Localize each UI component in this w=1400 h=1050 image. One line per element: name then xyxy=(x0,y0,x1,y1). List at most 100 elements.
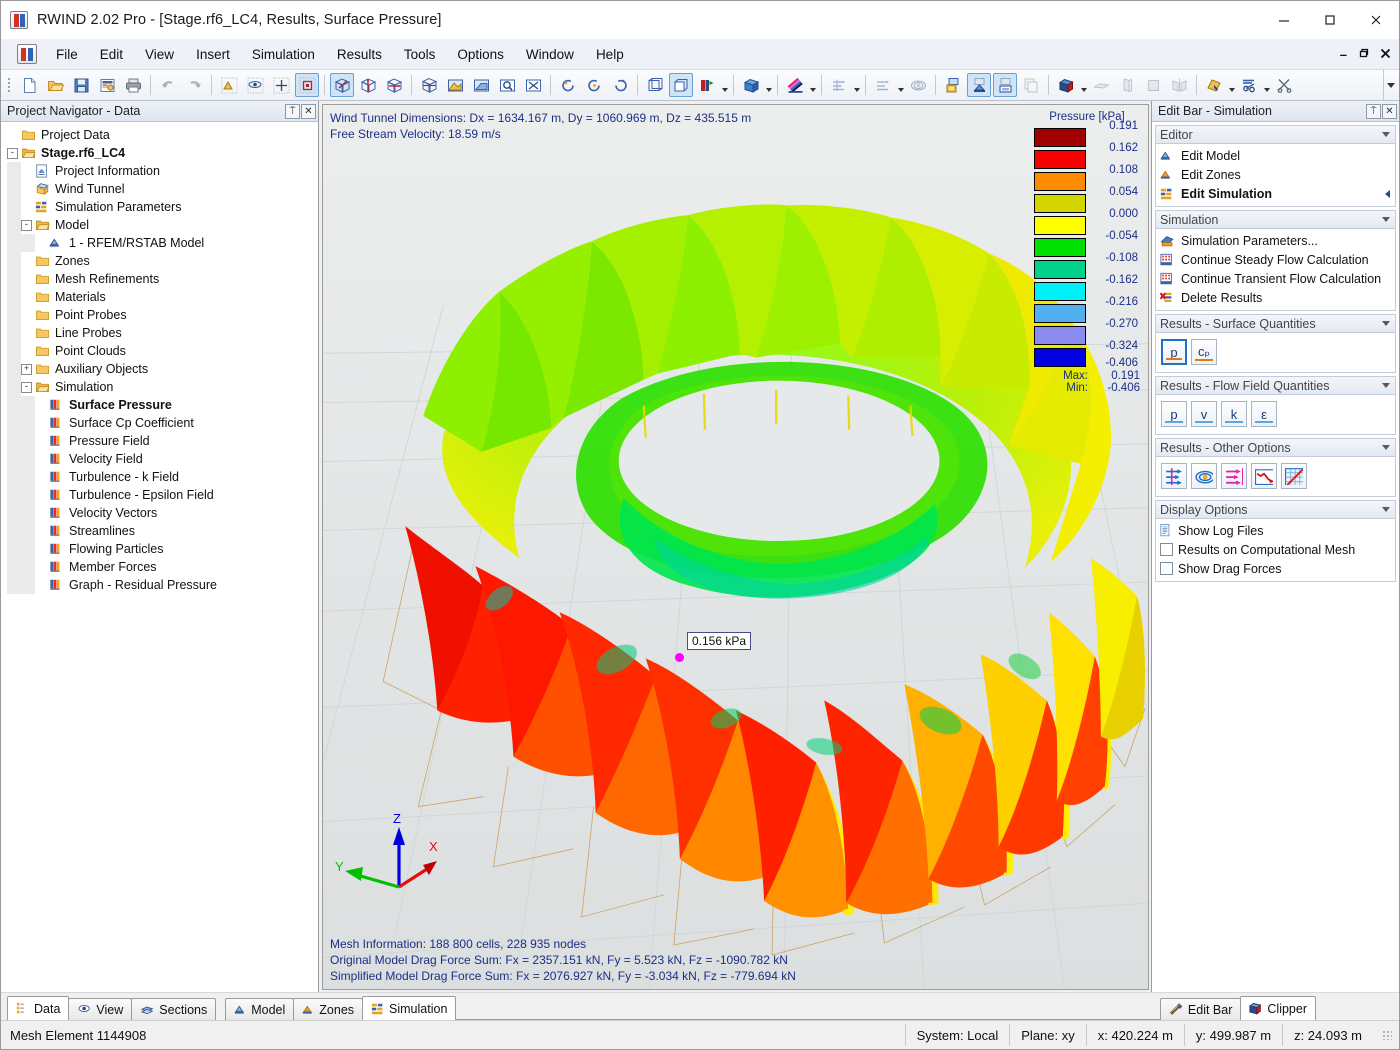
checkbox[interactable] xyxy=(1160,562,1173,575)
tree-item-simulation-parameters[interactable]: Simulation Parameters xyxy=(7,198,318,216)
snap-point-icon[interactable] xyxy=(217,73,241,97)
tree-item-materials[interactable]: Materials xyxy=(7,288,318,306)
clip-plane-yz-icon[interactable] xyxy=(1115,73,1139,97)
tree-item-flowing-particles[interactable]: Flowing Particles xyxy=(7,540,318,558)
edit-bar-item-continue-transient-flow-calculation[interactable]: Continue Transient Flow Calculation xyxy=(1156,269,1395,288)
tree-item-simulation[interactable]: - Simulation xyxy=(7,378,318,396)
tree-item-project-data[interactable]: Project Data xyxy=(7,126,318,144)
colors-dropdown-arrow[interactable] xyxy=(808,73,817,97)
flow-epsilon-button[interactable]: ε xyxy=(1251,401,1277,427)
maximize-button[interactable] xyxy=(1307,1,1353,39)
mdi-minimize-button[interactable]: – xyxy=(1340,47,1347,62)
tree-item-wind-tunnel[interactable]: Wind Tunnel xyxy=(7,180,318,198)
chevron-down-icon[interactable] xyxy=(1380,442,1391,453)
tab-sections[interactable]: Sections xyxy=(131,998,217,1020)
save-icon[interactable] xyxy=(69,73,93,97)
pin-icon[interactable]: ⍑ xyxy=(285,103,300,119)
tree-expander-collapse[interactable]: - xyxy=(21,219,32,231)
tab-model[interactable]: Model xyxy=(225,998,295,1020)
tree-item-velocity-vectors[interactable]: Velocity Vectors xyxy=(7,504,318,522)
view-cube-icon[interactable] xyxy=(417,73,441,97)
left-tab-group[interactable]: Data View Sections xyxy=(7,996,217,1020)
clip-plane-fill-icon[interactable] xyxy=(1141,73,1165,97)
section-header-simulation[interactable]: Simulation xyxy=(1155,210,1396,229)
wireframe-icon[interactable] xyxy=(643,73,667,97)
pin-icon[interactable]: ⍑ xyxy=(1366,103,1381,119)
navigator-tree[interactable]: Project Data - Stage.rf6_LC4 Project Inform… xyxy=(1,122,318,992)
close-icon[interactable]: ✕ xyxy=(1382,103,1397,119)
edit-bar-item-simulation-parameters[interactable]: Simulation Parameters... xyxy=(1156,231,1395,250)
new-file-icon[interactable] xyxy=(17,73,41,97)
move-axis-icon[interactable] xyxy=(695,73,719,97)
clipper-box-icon[interactable] xyxy=(1054,73,1078,97)
move-axis-dropdown-arrow[interactable] xyxy=(720,73,729,97)
rotate-left-icon[interactable] xyxy=(556,73,580,97)
menu-results[interactable]: Results xyxy=(326,42,393,67)
rotate-center-icon[interactable] xyxy=(582,73,606,97)
section-header-results-surface-quantities[interactable]: Results - Surface Quantities xyxy=(1155,314,1396,333)
surface-cp-button[interactable]: cₚ xyxy=(1191,339,1217,365)
velocity-vectors-button[interactable] xyxy=(1161,463,1187,489)
mdi-close-button[interactable] xyxy=(1380,47,1391,62)
tree-item-auxiliary-objects[interactable]: + Auxiliary Objects xyxy=(7,360,318,378)
measure-icon[interactable] xyxy=(1202,73,1226,97)
tree-expander-collapse[interactable]: - xyxy=(21,381,32,393)
chevron-down-icon[interactable] xyxy=(1380,504,1391,515)
menu-options[interactable]: Options xyxy=(446,42,515,67)
close-button[interactable] xyxy=(1353,1,1399,39)
zoom-fit-icon[interactable] xyxy=(521,73,545,97)
tree-item-turbulence-epsilon-field[interactable]: Turbulence - Epsilon Field xyxy=(7,486,318,504)
chevron-down-icon[interactable] xyxy=(1380,129,1391,140)
display-option-show-log-files[interactable]: Show Log Files xyxy=(1156,521,1395,540)
tree-item-model[interactable]: - Model xyxy=(7,216,318,234)
selection-box-icon[interactable] xyxy=(295,73,319,97)
tree-item-point-clouds[interactable]: Point Clouds xyxy=(7,342,318,360)
menu-file[interactable]: File xyxy=(45,42,89,67)
member-forces-button[interactable] xyxy=(1251,463,1277,489)
view-rotate-icon[interactable] xyxy=(356,73,380,97)
menu-edit[interactable]: Edit xyxy=(89,42,134,67)
flow-lines-icon[interactable] xyxy=(827,73,851,97)
tree-item-velocity-field[interactable]: Velocity Field xyxy=(7,450,318,468)
printout-report-icon[interactable] xyxy=(95,73,119,97)
menu-tools[interactable]: Tools xyxy=(393,42,447,67)
residual-graph-button[interactable] xyxy=(1281,463,1307,489)
print-icon[interactable] xyxy=(121,73,145,97)
flowing-particles-button[interactable] xyxy=(1221,463,1247,489)
settings-tools-icon[interactable] xyxy=(1237,73,1261,97)
chevron-down-icon[interactable] xyxy=(1380,380,1391,391)
tab-zones[interactable]: Zones xyxy=(293,998,364,1020)
menu-view[interactable]: View xyxy=(134,42,185,67)
flow-k-button[interactable]: k xyxy=(1221,401,1247,427)
flow-velocity-button[interactable]: v xyxy=(1191,401,1217,427)
zoom-magnifier-icon[interactable] xyxy=(495,73,519,97)
render-box-dropdown-arrow[interactable] xyxy=(764,73,773,97)
surface-pressure-button[interactable]: p xyxy=(1161,339,1187,365)
render-box-icon[interactable] xyxy=(739,73,763,97)
minimize-button[interactable] xyxy=(1261,1,1307,39)
undo-icon[interactable] xyxy=(156,73,180,97)
3d-viewport[interactable]: Wind Tunnel Dimensions: Dx = 1634.167 m,… xyxy=(322,104,1149,990)
tree-item-mesh-refinements[interactable]: Mesh Refinements xyxy=(7,270,318,288)
tree-item-zones[interactable]: Zones xyxy=(7,252,318,270)
grid-snap-icon[interactable] xyxy=(269,73,293,97)
resize-grip[interactable] xyxy=(1379,1027,1395,1043)
tree-item-pressure-field[interactable]: Pressure Field xyxy=(7,432,318,450)
tree-item-graph-residual-pressure[interactable]: Graph - Residual Pressure xyxy=(7,576,318,594)
tree-item-stage-rf6-lc4[interactable]: - Stage.rf6_LC4 xyxy=(7,144,318,162)
cut-tools-icon[interactable] xyxy=(1272,73,1296,97)
edit-bar-item-edit-zones[interactable]: Edit Zones xyxy=(1156,165,1395,184)
clip-plane-xy-icon[interactable] xyxy=(1089,73,1113,97)
object-snap-icon[interactable] xyxy=(243,73,267,97)
tree-item-1-rfem-rstab-model[interactable]: 1 - RFEM/RSTAB Model xyxy=(7,234,318,252)
tab-data[interactable]: Data xyxy=(7,996,70,1020)
tree-item-member-forces[interactable]: Member Forces xyxy=(7,558,318,576)
tree-expander-expand[interactable]: + xyxy=(21,363,32,375)
colors-icon[interactable] xyxy=(783,73,807,97)
copy-display-icon[interactable] xyxy=(1019,73,1043,97)
tree-item-streamlines[interactable]: Streamlines xyxy=(7,522,318,540)
menu-help[interactable]: Help xyxy=(585,42,635,67)
measure-dropdown-arrow[interactable] xyxy=(1227,73,1236,97)
iso-surface-icon[interactable] xyxy=(906,73,930,97)
flow-pressure-button[interactable]: p xyxy=(1161,401,1187,427)
